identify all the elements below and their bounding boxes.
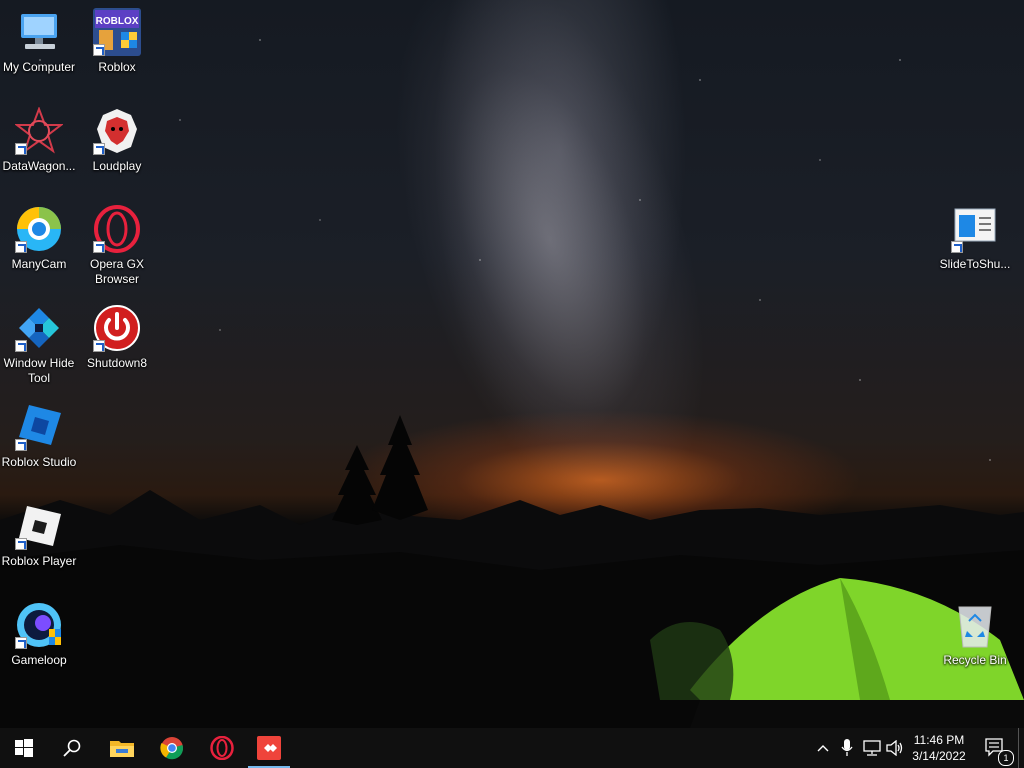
- opera-gx-icon: [210, 736, 234, 760]
- action-center-button[interactable]: 1: [978, 728, 1014, 768]
- loudplay-shortcut[interactable]: Loudplay: [78, 107, 156, 174]
- clock-time: 11:46 PM: [913, 733, 965, 747]
- computer-icon: [15, 8, 63, 56]
- clock-button[interactable]: 11:46 PM 3/14/2022: [906, 728, 972, 768]
- slidetoshutdown-shortcut[interactable]: SlideToShu...: [936, 205, 1014, 272]
- taskbar: 11:46 PM 3/14/2022 1: [0, 728, 1024, 768]
- opera-gx-shortcut[interactable]: Opera GX Browser: [78, 205, 156, 287]
- icon-label: Opera GX Browser: [89, 257, 145, 286]
- icon-label: SlideToShu...: [939, 257, 1011, 271]
- gameloop-icon: [15, 601, 63, 649]
- chevron-up-icon: [817, 745, 829, 752]
- shortcut-arrow-icon: [15, 143, 27, 155]
- anydesk-taskbar-button[interactable]: [248, 728, 290, 768]
- speaker-icon: [886, 740, 903, 756]
- icon-label: Roblox Studio: [1, 455, 77, 469]
- manycam-icon: [15, 205, 63, 253]
- icon-label: ManyCam: [11, 257, 67, 271]
- icon-label: Window Hide Tool: [3, 356, 75, 385]
- search-button[interactable]: [48, 728, 96, 768]
- roblox-player-icon: [15, 502, 63, 550]
- microphone-tray-button[interactable]: [836, 728, 858, 768]
- network-icon: [863, 740, 881, 756]
- gameloop-shortcut[interactable]: Gameloop: [0, 601, 78, 668]
- shortcut-arrow-icon: [93, 241, 105, 253]
- notification-count-badge: 1: [998, 750, 1014, 766]
- power-icon: [93, 304, 141, 352]
- shortcut-arrow-icon: [15, 439, 27, 451]
- recycle-bin[interactable]: Recycle Bin: [936, 601, 1014, 668]
- search-icon: [63, 739, 81, 757]
- file-explorer-icon: [110, 741, 134, 757]
- microphone-icon: [841, 739, 853, 756]
- volume-tray-button[interactable]: [884, 728, 906, 768]
- show-desktop-button[interactable]: [1018, 728, 1024, 768]
- datawagon-shortcut[interactable]: DataWagon...: [0, 106, 78, 174]
- show-hidden-icons-button[interactable]: [812, 728, 834, 768]
- icon-label: Recycle Bin: [943, 653, 1007, 667]
- start-button[interactable]: [0, 728, 48, 768]
- shortcut-arrow-icon: [15, 241, 27, 253]
- manycam-shortcut[interactable]: ManyCam: [0, 205, 78, 272]
- slidetoshutdown-icon: [951, 205, 999, 253]
- shutdown8-shortcut[interactable]: Shutdown8: [78, 304, 156, 371]
- window-hide-tool-shortcut[interactable]: Window Hide Tool: [0, 304, 78, 386]
- shortcut-arrow-icon: [93, 340, 105, 352]
- opera-gx-icon: [93, 205, 141, 253]
- roblox-shortcut[interactable]: ROBLOX Roblox: [78, 8, 156, 75]
- shortcut-arrow-icon: [93, 143, 105, 155]
- file-explorer-taskbar-button[interactable]: [98, 728, 146, 768]
- svg-text:ROBLOX: ROBLOX: [96, 16, 139, 27]
- icon-label: Roblox Player: [1, 554, 77, 568]
- icon-label: Gameloop: [11, 653, 67, 667]
- shortcut-arrow-icon: [15, 637, 27, 649]
- anydesk-icon: [257, 736, 281, 760]
- window-hide-tool-icon: [15, 304, 63, 352]
- opera-gx-taskbar-button[interactable]: [198, 728, 246, 768]
- icon-label: Roblox: [98, 60, 136, 74]
- roblox-studio-shortcut[interactable]: Roblox Studio: [0, 403, 78, 470]
- recycle-bin-icon: [951, 601, 999, 649]
- windows-start-icon: [15, 739, 33, 757]
- icon-label: DataWagon...: [2, 159, 76, 173]
- chrome-taskbar-button[interactable]: [148, 728, 196, 768]
- my-computer-shortcut[interactable]: My Computer: [0, 8, 78, 75]
- clock-date: 3/14/2022: [912, 749, 966, 763]
- clock: 11:46 PM 3/14/2022: [912, 732, 965, 764]
- datawagon-icon: [14, 106, 64, 155]
- roblox-studio-icon: [15, 403, 63, 451]
- icon-label: My Computer: [2, 60, 76, 74]
- shortcut-arrow-icon: [93, 44, 105, 56]
- shortcut-arrow-icon: [15, 340, 27, 352]
- loudplay-icon: [93, 107, 141, 155]
- shortcut-arrow-icon: [15, 538, 27, 550]
- network-tray-button[interactable]: [860, 728, 884, 768]
- roblox-player-shortcut[interactable]: Roblox Player: [0, 502, 78, 569]
- chrome-icon: [160, 737, 184, 760]
- roblox-icon: ROBLOX: [93, 8, 141, 56]
- icon-label: Shutdown8: [86, 356, 148, 370]
- shortcut-arrow-icon: [951, 241, 963, 253]
- icon-label: Loudplay: [92, 159, 142, 173]
